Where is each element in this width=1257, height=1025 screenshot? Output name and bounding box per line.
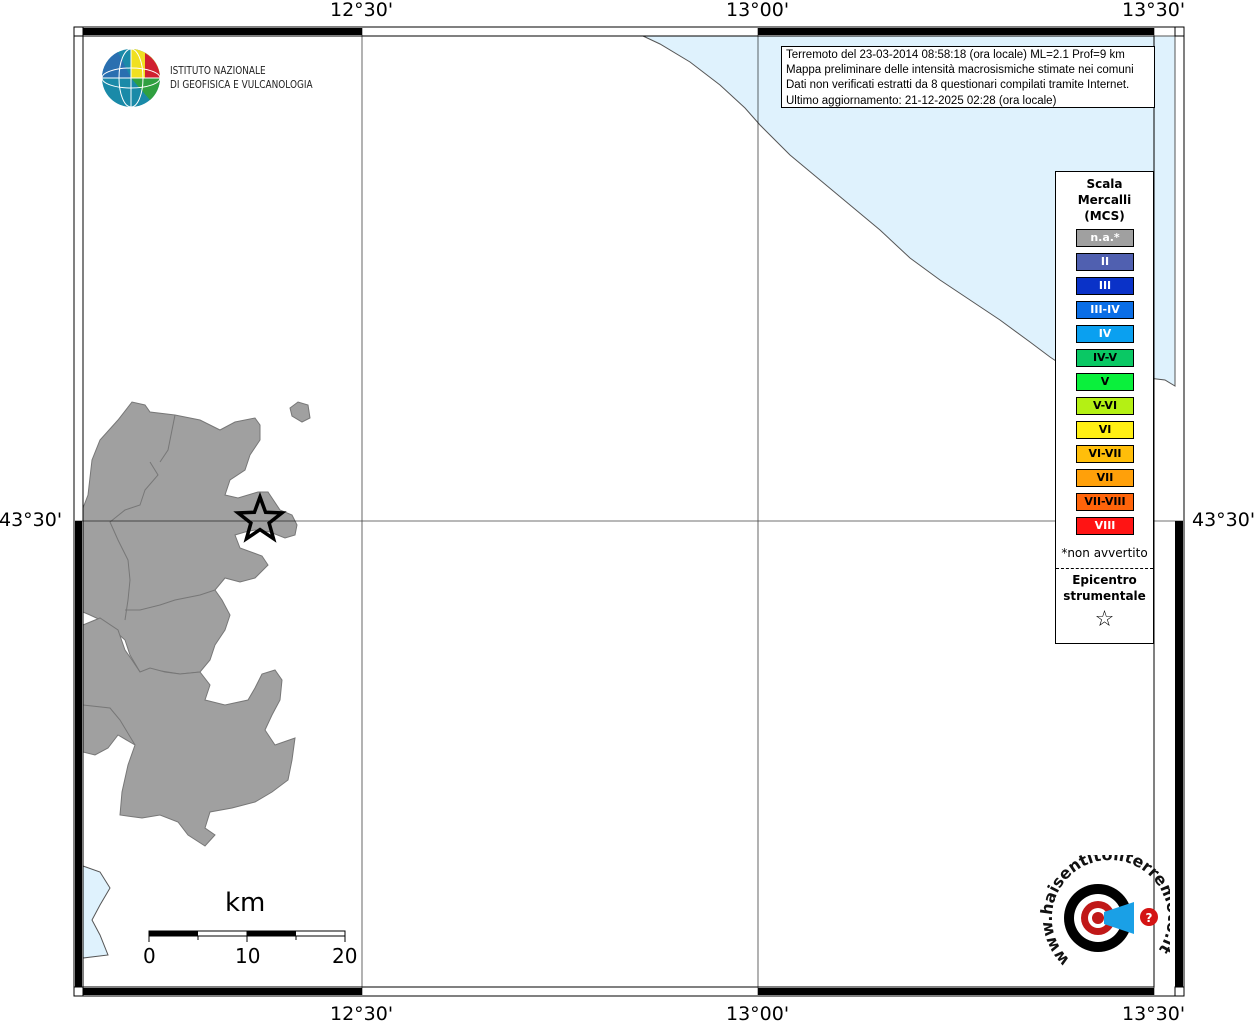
legend-title-line2: Mercalli (1077, 193, 1132, 207)
land-islet (289, 401, 311, 423)
ingv-logo-icon (101, 48, 161, 108)
legend-note: *non avvertito (1061, 546, 1148, 560)
legend-swatch-vi-vii: VI-VII (1076, 445, 1134, 463)
event-info-line4: Ultimo aggiornamento: 21-12-2025 02:28 (… (786, 94, 1057, 107)
event-info-line1: Terremoto del 23-03-2014 08:58:18 (ora l… (786, 49, 1125, 61)
scale-label-0: 0 (143, 944, 156, 968)
legend-star-icon: ☆ (1094, 607, 1115, 632)
legend-swatch-vi: VI (1076, 421, 1134, 439)
sea-bottom-left (82, 865, 111, 959)
scale-label-10: 10 (235, 944, 261, 968)
lat-tick-left-4330: 43°30' (0, 509, 63, 531)
legend-title-line3: (MCS) (1084, 209, 1125, 223)
legend-title-line1: Scala (1086, 177, 1123, 191)
legend-swatch-vii: VII (1076, 469, 1134, 487)
legend-swatch-vii-viii: VII-VIII (1076, 493, 1134, 511)
haisentito-url: www.haisentitoilterremoto.it (1037, 855, 1170, 970)
legend-swatch-v: V (1076, 373, 1134, 391)
scale-bar (148, 930, 346, 942)
mcs-legend: Scala Mercalli (MCS) n.a.* II III III-IV IV I… (1055, 171, 1154, 644)
legend-swatch-iv-v: IV-V (1076, 349, 1134, 367)
ingv-line2: DI GEOFISICA E VULCANOLOGIA (170, 79, 313, 91)
lon-tick-top-1230: 12°30' (330, 0, 394, 21)
legend-swatch-iii-iv: III-IV (1076, 301, 1134, 319)
legend-swatch-ii: II (1076, 253, 1134, 271)
land-municipalities (82, 401, 311, 847)
legend-epicenter-label: Epicentro strumentale (1056, 572, 1153, 604)
lat-tick-right-4330: 43°30' (1192, 509, 1256, 531)
lon-tick-bottom-1330: 13°30' (1122, 1003, 1186, 1025)
legend-separator (1056, 568, 1153, 569)
haisentito-logo-text: www.haisentitoilterremoto.it (1037, 855, 1170, 970)
ingv-line1: ISTITUTO NAZIONALE (170, 65, 266, 77)
legend-epi-line1: Epicentro (1072, 573, 1137, 587)
legend-swatch-iv: IV (1076, 325, 1134, 343)
ingv-logo-text: ISTITUTO NAZIONALE DI GEOFISICA E VULCAN… (170, 64, 313, 92)
svg-text:www.haisentitoilterremoto.it: www.haisentitoilterremoto.it (1037, 855, 1170, 970)
legend-title: Scala Mercalli (MCS) (1056, 176, 1153, 224)
lon-tick-top-1330: 13°30' (1122, 0, 1186, 21)
scale-label-20: 20 (332, 944, 358, 968)
legend-swatch-viii: VIII (1076, 517, 1134, 535)
lon-tick-top-1300: 13°00' (726, 0, 790, 21)
legend-swatch-n-a: n.a.* (1076, 229, 1134, 247)
legend-swatch-v-vi: V-VI (1076, 397, 1134, 415)
event-info-box: Terremoto del 23-03-2014 08:58:18 (ora l… (781, 46, 1155, 108)
event-info-line3: Dati non verificati estratti da 8 questi… (786, 79, 1130, 92)
lon-tick-bottom-1300: 13°00' (726, 1003, 790, 1025)
event-info-line2: Mappa preliminare delle intensità macros… (786, 64, 1134, 77)
legend-swatch-iii: III (1076, 277, 1134, 295)
lon-tick-bottom-1230: 12°30' (330, 1003, 394, 1025)
legend-epi-line2: strumentale (1063, 589, 1146, 603)
scale-bar-title: km (225, 888, 266, 918)
